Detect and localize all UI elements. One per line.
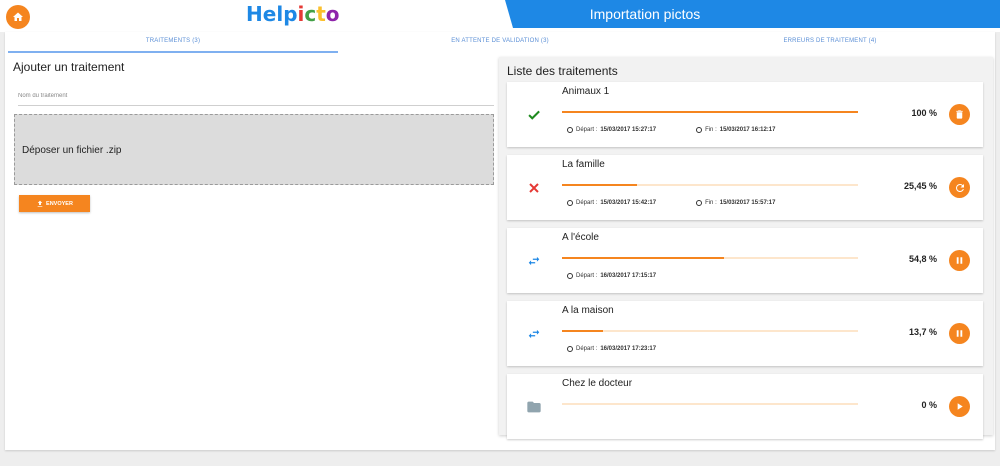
- main-card: TRAITEMENTS (3) EN ATTENTE DE VALIDATION…: [5, 32, 995, 450]
- cross-icon: [523, 180, 545, 196]
- treatment-times: Départ : 15/03/2017 15:27:17 Fin : 15/03…: [567, 127, 815, 133]
- logo-letter: H: [246, 2, 263, 26]
- send-button-label: ENVOYER: [46, 200, 73, 207]
- pause-button[interactable]: [949, 250, 970, 271]
- treatment-times: Départ : 15/03/2017 15:42:17 Fin : 15/03…: [567, 200, 815, 206]
- logo-letter: c: [304, 2, 317, 26]
- clock-icon: [696, 200, 703, 206]
- clock-icon: [696, 127, 703, 133]
- start-label: Départ :: [576, 127, 598, 133]
- retry-icon: [954, 182, 966, 194]
- delete-icon: [954, 109, 965, 120]
- treatment-name: La famille: [562, 159, 605, 170]
- progress-bar: [562, 403, 858, 405]
- progress-percent: 0 %: [921, 400, 937, 410]
- progress-percent: 25,45 %: [903, 181, 937, 191]
- start-label: Départ :: [576, 273, 598, 279]
- folder-icon: [523, 399, 545, 415]
- treatment-name: A l'école: [562, 232, 599, 243]
- transfer-icon: [523, 253, 545, 269]
- end-time: Fin : 15/03/2017 16:12:17: [696, 127, 775, 133]
- treatment-row: A l'école Départ : 16/03/2017 17:15:17 5…: [507, 228, 983, 293]
- progress-fill: [562, 184, 638, 186]
- send-button[interactable]: ENVOYER: [19, 195, 90, 212]
- logo-letter: p: [283, 2, 298, 26]
- dropzone-label: Déposer un fichier .zip: [22, 145, 122, 156]
- tab-en-attente[interactable]: EN ATTENTE DE VALIDATION (3): [335, 38, 665, 44]
- start-time: Départ : 16/03/2017 17:23:17: [567, 346, 656, 352]
- pause-icon: [954, 255, 965, 266]
- tab-traitements[interactable]: TRAITEMENTS (3): [8, 38, 338, 44]
- treatment-times: Départ : 16/03/2017 17:23:17: [567, 346, 696, 352]
- play-icon: [954, 401, 965, 412]
- retry-button[interactable]: [949, 177, 970, 198]
- treatment-list-panel: Liste des traitements Animaux 1 Départ :…: [499, 57, 993, 439]
- clock-icon: [567, 200, 573, 206]
- treatment-times: Départ : 16/03/2017 17:15:17: [567, 273, 696, 279]
- start-time: Départ : 15/03/2017 15:42:17: [567, 200, 656, 206]
- start-time: Départ : 15/03/2017 15:27:17: [567, 127, 656, 133]
- page-title: Importation pictos: [589, 6, 701, 22]
- check-icon: [523, 107, 545, 123]
- treatment-row: Chez le docteur 0 %: [507, 374, 983, 439]
- end-label: Fin :: [705, 200, 717, 206]
- progress-fill: [562, 330, 603, 332]
- start-time: Départ : 16/03/2017 17:15:17: [567, 273, 656, 279]
- end-value: 15/03/2017 16:12:17: [719, 127, 776, 133]
- treatment-name-input[interactable]: [18, 86, 494, 106]
- end-value: 15/03/2017 15:57:17: [719, 200, 776, 206]
- progress-fill: [562, 257, 725, 259]
- treatment-row: A la maison Départ : 16/03/2017 17:23:17…: [507, 301, 983, 366]
- progress-bar: [562, 111, 858, 113]
- logo-letter: o: [325, 2, 340, 26]
- home-icon: [13, 12, 23, 21]
- upload-icon: [37, 200, 43, 207]
- clock-icon: [567, 346, 573, 352]
- pause-icon: [954, 328, 965, 339]
- active-tab-indicator: [8, 51, 338, 53]
- app-logo: Helpicto: [246, 2, 340, 26]
- clock-icon: [567, 273, 573, 279]
- progress-fill: [562, 111, 858, 113]
- progress-bar: [562, 184, 858, 186]
- zip-dropzone[interactable]: Déposer un fichier .zip: [14, 114, 494, 185]
- start-value: 16/03/2017 17:15:17: [600, 273, 657, 279]
- logo-letter: t: [316, 2, 326, 26]
- treatment-name: Animaux 1: [562, 86, 610, 97]
- top-bar: Helpicto Importation pictos: [0, 0, 1000, 32]
- pause-button[interactable]: [949, 323, 970, 344]
- tab-bar: TRAITEMENTS (3) EN ATTENTE DE VALIDATION…: [5, 32, 995, 54]
- progress-bar: [562, 257, 858, 259]
- start-label: Départ :: [576, 200, 598, 206]
- clock-icon: [567, 127, 573, 133]
- treatment-name: A la maison: [562, 305, 614, 316]
- logo-letter: e: [262, 2, 277, 26]
- end-label: Fin :: [705, 127, 717, 133]
- progress-percent: 100 %: [911, 108, 937, 118]
- start-value: 15/03/2017 15:27:17: [600, 127, 657, 133]
- home-button[interactable]: [6, 5, 30, 29]
- treatment-name: Chez le docteur: [562, 378, 633, 389]
- start-value: 16/03/2017 17:23:17: [600, 346, 657, 352]
- treatment-list-title: Liste des traitements: [507, 64, 618, 78]
- add-treatment-title: Ajouter un traitement: [13, 60, 125, 74]
- transfer-icon: [523, 326, 545, 342]
- progress-percent: 54,8 %: [908, 254, 937, 264]
- start-label: Départ :: [576, 346, 598, 352]
- end-time: Fin : 15/03/2017 15:57:17: [696, 200, 775, 206]
- treatment-row: Animaux 1 Départ : 15/03/2017 15:27:17 F…: [507, 82, 983, 147]
- play-button[interactable]: [949, 396, 970, 417]
- progress-bar: [562, 330, 858, 332]
- treatment-row: La famille Départ : 15/03/2017 15:42:17 …: [507, 155, 983, 220]
- progress-percent: 13,7 %: [908, 327, 937, 337]
- delete-button[interactable]: [949, 104, 970, 125]
- start-value: 15/03/2017 15:42:17: [600, 200, 657, 206]
- tab-erreurs[interactable]: ERREURS DE TRAITEMENT (4): [665, 38, 995, 44]
